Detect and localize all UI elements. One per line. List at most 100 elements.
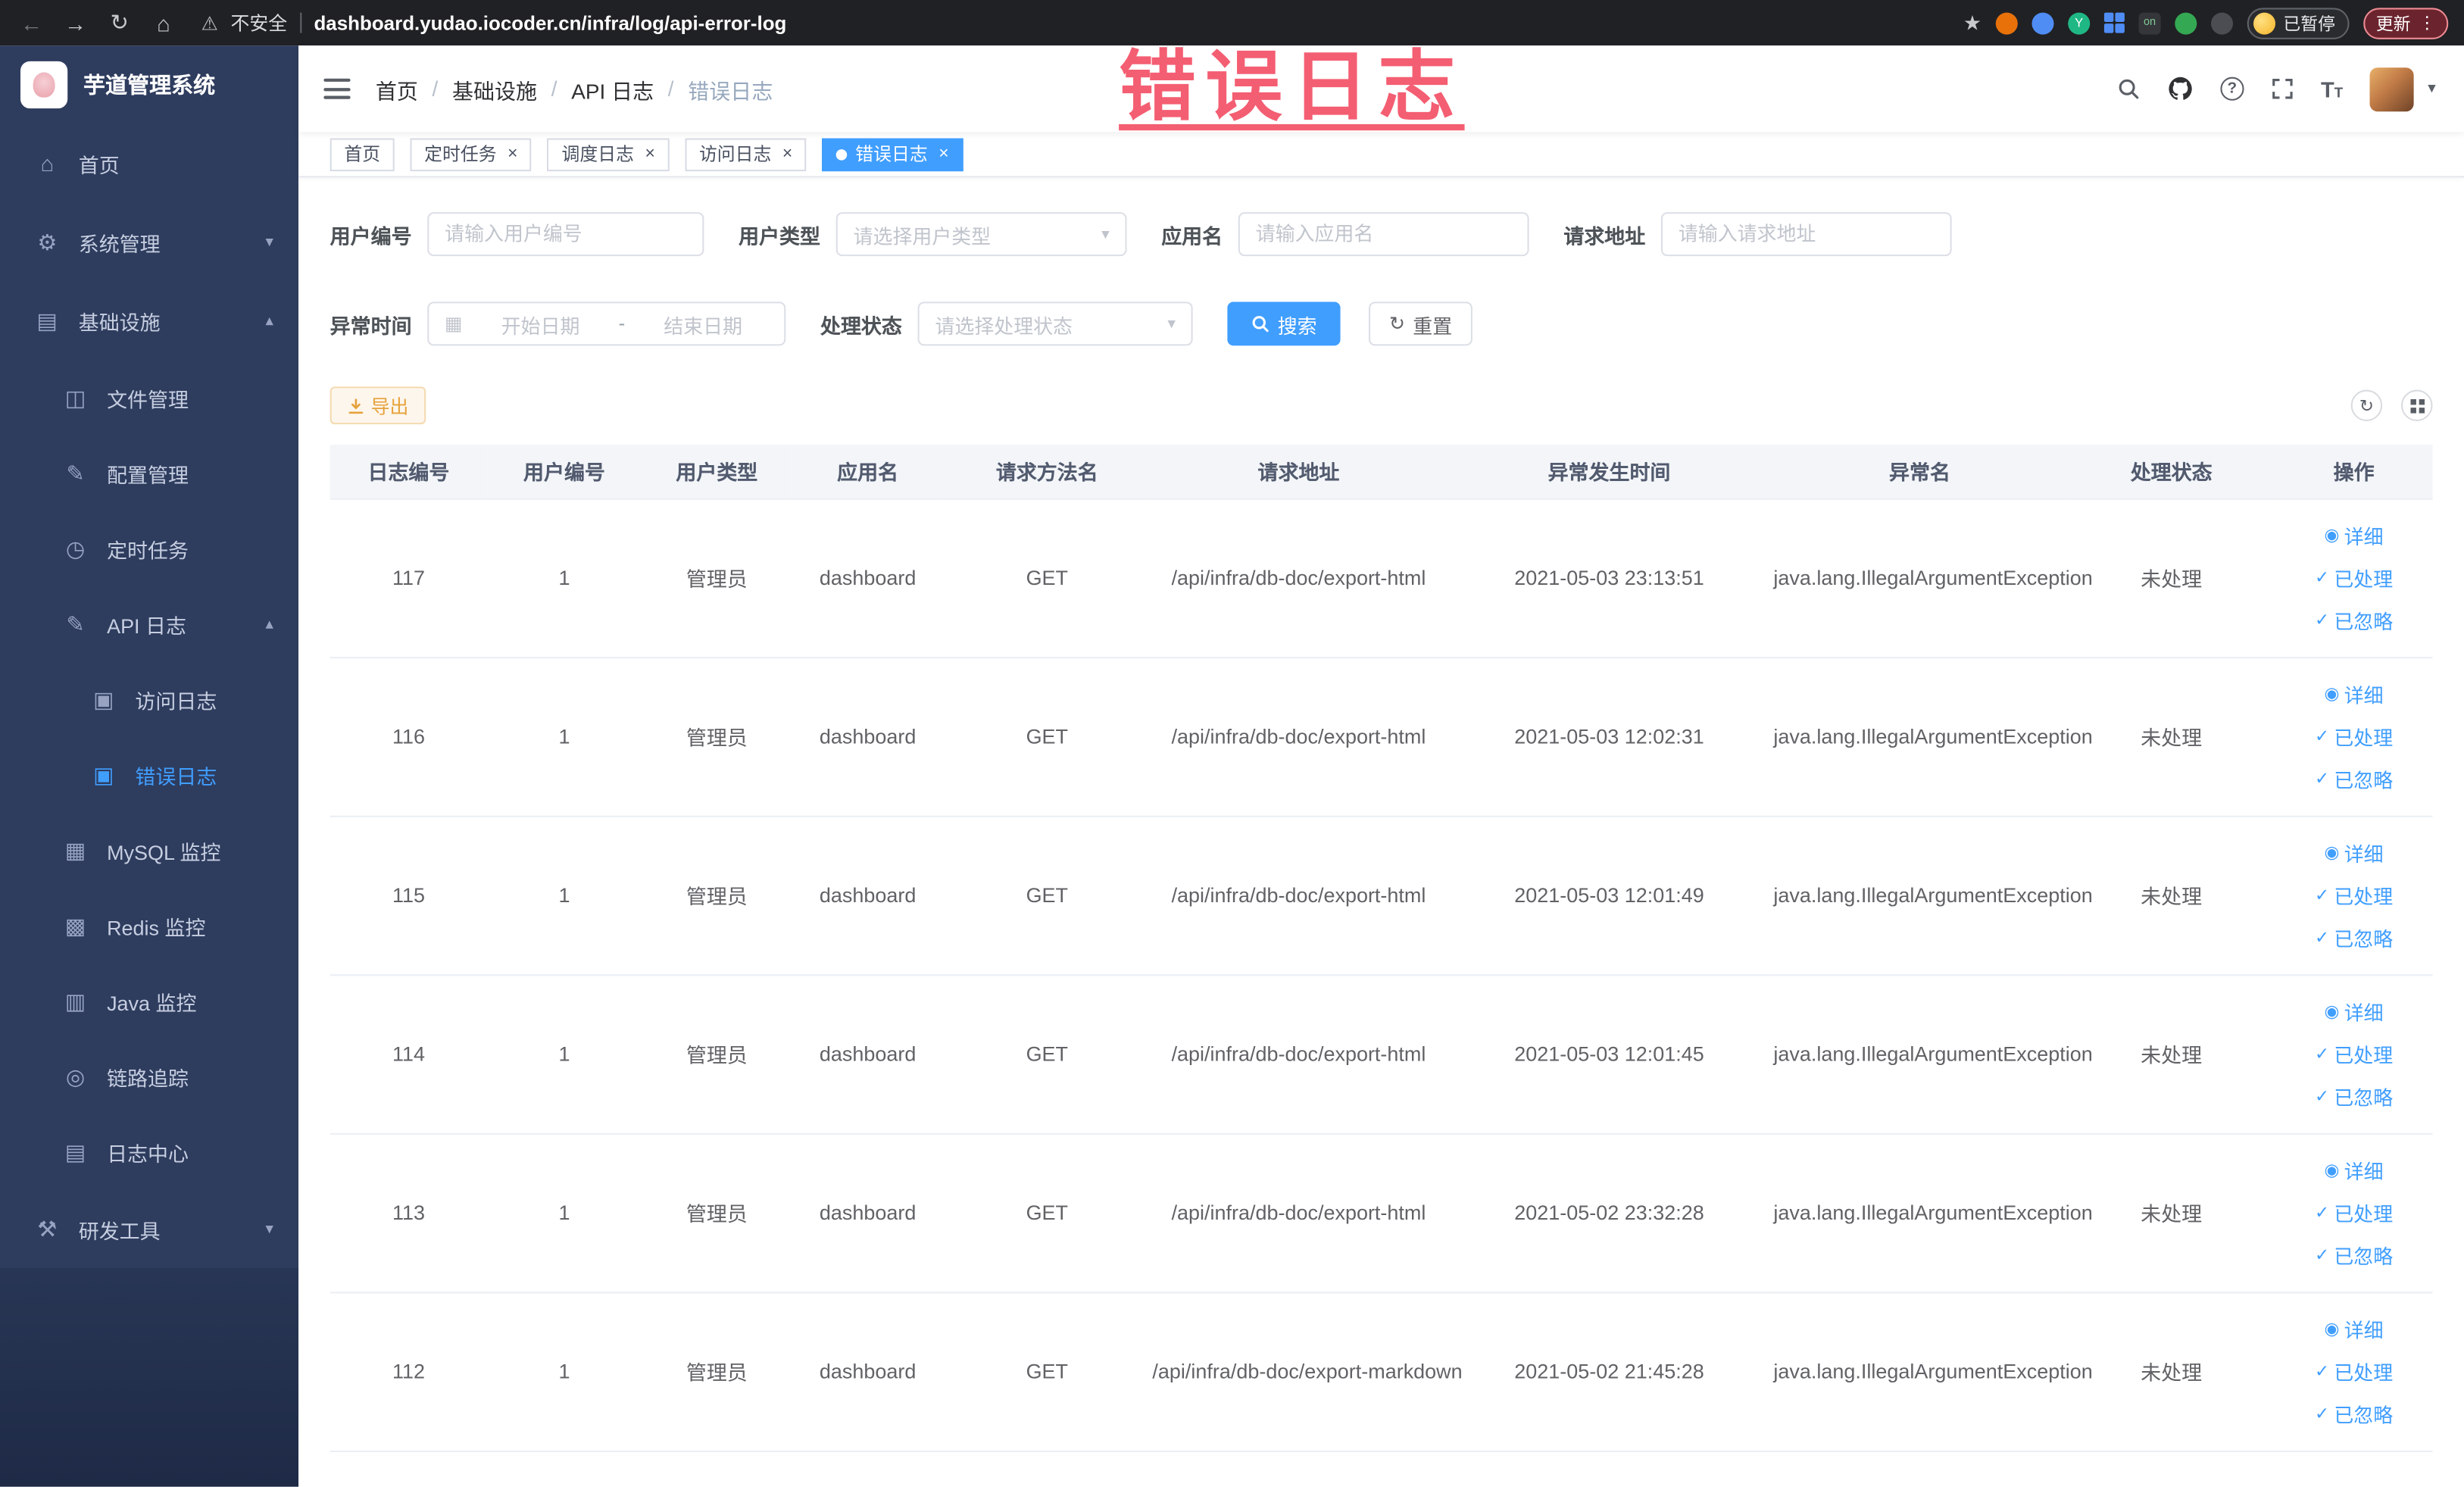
sidebar-item-error-log[interactable]: ▣ 错误日志 xyxy=(0,737,298,813)
extension-icon[interactable] xyxy=(1995,11,2018,34)
date-range-picker[interactable]: ▦ 开始日期 - 结束日期 xyxy=(427,301,786,346)
tab-access-log[interactable]: 访问日志 × xyxy=(685,137,807,171)
fullscreen-icon[interactable] xyxy=(2271,77,2294,101)
tab-error-log[interactable]: 错误日志 × xyxy=(822,137,963,171)
extension-pin-icon[interactable] xyxy=(2210,11,2234,34)
app-frame: 芋道管理系统 ⌂ 首页 ⚙ 系统管理 ▾ ▤ 基础设施 ▴ ◫ 文件管理 ✎ 配… xyxy=(0,45,2464,1487)
sidebar-item-system-management[interactable]: ⚙ 系统管理 ▾ xyxy=(0,203,298,282)
sidebar-item-log-center[interactable]: ▤ 日志中心 xyxy=(0,1114,298,1190)
col-user-type: 用户类型 xyxy=(641,445,792,499)
breadcrumb-home[interactable]: 首页 xyxy=(376,73,418,104)
action-label: 详细 xyxy=(2344,1002,2384,1025)
mark-processed-link[interactable]: ✓ 已处理 xyxy=(2277,1032,2431,1075)
close-icon[interactable]: × xyxy=(645,145,655,164)
close-icon[interactable]: × xyxy=(507,145,517,164)
sidebar-item-java-monitor[interactable]: ▥ Java 监控 xyxy=(0,964,298,1039)
close-icon[interactable]: × xyxy=(938,145,948,164)
process-status-select[interactable]: 请选择处理状态 ▾ xyxy=(917,301,1193,346)
help-icon[interactable]: ? xyxy=(2220,77,2244,101)
mark-ignored-link[interactable]: ✓ 已忽略 xyxy=(2277,1392,2431,1435)
mark-ignored-link[interactable]: ✓ 已忽略 xyxy=(2277,758,2431,800)
mark-processed-link[interactable]: ✓ 已处理 xyxy=(2277,1192,2431,1234)
sidebar-item-config-management[interactable]: ✎ 配置管理 xyxy=(0,436,298,511)
sidebar-item-scheduled-tasks[interactable]: ◷ 定时任务 xyxy=(0,511,298,586)
mark-ignored-link[interactable]: ✓ 已忽略 xyxy=(2277,917,2431,959)
extension-grid-icon[interactable] xyxy=(2103,12,2125,33)
user-type-select[interactable]: 请选择用户类型 ▾ xyxy=(835,212,1127,257)
sidebar-item-redis-monitor[interactable]: ▩ Redis 监控 xyxy=(0,888,298,964)
hamburger-icon[interactable] xyxy=(323,78,351,99)
table-row: 114 1 管理员 dashboard GET /api/infra/db-do… xyxy=(329,974,2433,1134)
browser-back-icon[interactable]: ← xyxy=(16,10,47,35)
detail-link[interactable]: ◉ 详细 xyxy=(2277,831,2431,873)
request-url-input[interactable] xyxy=(1661,212,1952,257)
extension-on-icon[interactable]: on xyxy=(2138,11,2161,34)
home-icon: ⌂ xyxy=(40,151,55,177)
tab-home[interactable]: 首页 xyxy=(329,137,395,171)
browser-toolbar: ← → ↻ ⌂ ⚠ 不安全 dashboard.yudao.iocoder.cn… xyxy=(0,0,2464,46)
mark-processed-link[interactable]: ✓ 已处理 xyxy=(2277,873,2431,916)
access-log-icon: ▣ xyxy=(93,686,114,711)
col-request-url: 请求地址 xyxy=(1151,445,1447,499)
tab-schedule-log[interactable]: 调度日志 × xyxy=(547,137,670,171)
tab-label: 调度日志 xyxy=(561,145,634,165)
address-bar[interactable]: ⚠ 不安全 dashboard.yudao.iocoder.cn/infra/l… xyxy=(201,9,1951,36)
sidebar-item-file-management[interactable]: ◫ 文件管理 xyxy=(0,360,298,436)
detail-link[interactable]: ◉ 详细 xyxy=(2277,1149,2431,1192)
error-log-table: 日志编号 用户编号 用户类型 应用名 请求方法名 请求地址 异常发生时间 异常名… xyxy=(329,445,2433,1451)
eye-icon: ◉ xyxy=(2324,1320,2340,1339)
mark-processed-link[interactable]: ✓ 已处理 xyxy=(2277,556,2431,598)
exception-time-label: 异常时间 xyxy=(329,313,412,338)
browser-home-icon[interactable]: ⌂ xyxy=(148,10,179,35)
update-button[interactable]: 更新 ⋮ xyxy=(2363,7,2449,39)
sidebar-item-mysql-monitor[interactable]: ▦ MySQL 监控 xyxy=(0,813,298,889)
sidebar-item-access-log[interactable]: ▣ 访问日志 xyxy=(0,661,298,737)
extension-icon[interactable] xyxy=(2175,11,2197,34)
user-avatar[interactable] xyxy=(2369,67,2414,111)
app-logo[interactable]: 芋道管理系统 xyxy=(0,45,298,124)
browser-forward-icon[interactable]: → xyxy=(60,10,91,35)
mark-ignored-link[interactable]: ✓ 已忽略 xyxy=(2277,1234,2431,1276)
detail-link[interactable]: ◉ 详细 xyxy=(2277,673,2431,715)
breadcrumb-infrastructure[interactable]: 基础设施 xyxy=(452,73,537,104)
github-icon[interactable] xyxy=(2167,76,2194,102)
cell-app-name: dashboard xyxy=(792,815,944,976)
font-size-icon[interactable]: TT xyxy=(2321,78,2343,100)
app-name-input[interactable] xyxy=(1238,212,1529,257)
sidebar-menu: ⌂ 首页 ⚙ 系统管理 ▾ ▤ 基础设施 ▴ ◫ 文件管理 ✎ 配置管理 ◷ 定… xyxy=(0,124,298,1268)
browser-reload-icon[interactable]: ↻ xyxy=(104,9,135,36)
sidebar-item-home[interactable]: ⌂ 首页 xyxy=(0,124,298,203)
extension-icon[interactable]: Y xyxy=(2068,11,2091,34)
mark-ignored-link[interactable]: ✓ 已忽略 xyxy=(2277,1075,2431,1117)
tab-scheduled-tasks[interactable]: 定时任务 × xyxy=(410,137,532,171)
extension-icon[interactable] xyxy=(2031,11,2054,34)
sidebar-item-label: 链路追踪 xyxy=(107,1066,189,1090)
search-button[interactable]: 搜索 xyxy=(1227,301,1341,346)
sidebar-item-link-trace[interactable]: ◎ 链路追踪 xyxy=(0,1039,298,1114)
sidebar-item-infrastructure[interactable]: ▤ 基础设施 ▴ xyxy=(0,281,298,360)
detail-link[interactable]: ◉ 详细 xyxy=(2277,990,2431,1032)
paused-badge[interactable]: 已暂停 xyxy=(2247,7,2350,39)
detail-link[interactable]: ◉ 详细 xyxy=(2277,1307,2431,1350)
update-label: 更新 xyxy=(2375,14,2411,34)
export-button[interactable]: 导出 xyxy=(329,386,426,425)
bookmark-star-icon[interactable]: ★ xyxy=(1963,10,1982,35)
reset-button[interactable]: ↻ 重置 xyxy=(1369,301,1473,346)
sidebar-item-dev-tools[interactable]: ⚒ 研发工具 ▾ xyxy=(0,1189,298,1268)
sidebar-item-label: 文件管理 xyxy=(107,387,189,411)
mark-processed-link[interactable]: ✓ 已处理 xyxy=(2277,1350,2431,1392)
search-icon xyxy=(1251,314,1269,333)
close-icon[interactable]: × xyxy=(782,145,792,164)
search-icon[interactable] xyxy=(2116,77,2140,101)
sidebar-item-label: 首页 xyxy=(78,153,120,177)
mark-ignored-link[interactable]: ✓ 已忽略 xyxy=(2277,598,2431,641)
column-settings-button[interactable] xyxy=(2401,389,2433,421)
mark-processed-link[interactable]: ✓ 已处理 xyxy=(2277,715,2431,758)
refresh-table-button[interactable]: ↻ xyxy=(2350,389,2383,421)
col-process-status: 处理状态 xyxy=(2067,445,2275,499)
breadcrumb-api-log[interactable]: API 日志 xyxy=(571,73,654,104)
user-id-input[interactable] xyxy=(427,212,704,257)
sidebar-item-api-log[interactable]: ✎ API 日志 ▴ xyxy=(0,586,298,662)
avatar-caret-down-icon[interactable]: ▾ xyxy=(2428,80,2435,98)
detail-link[interactable]: ◉ 详细 xyxy=(2277,514,2431,556)
